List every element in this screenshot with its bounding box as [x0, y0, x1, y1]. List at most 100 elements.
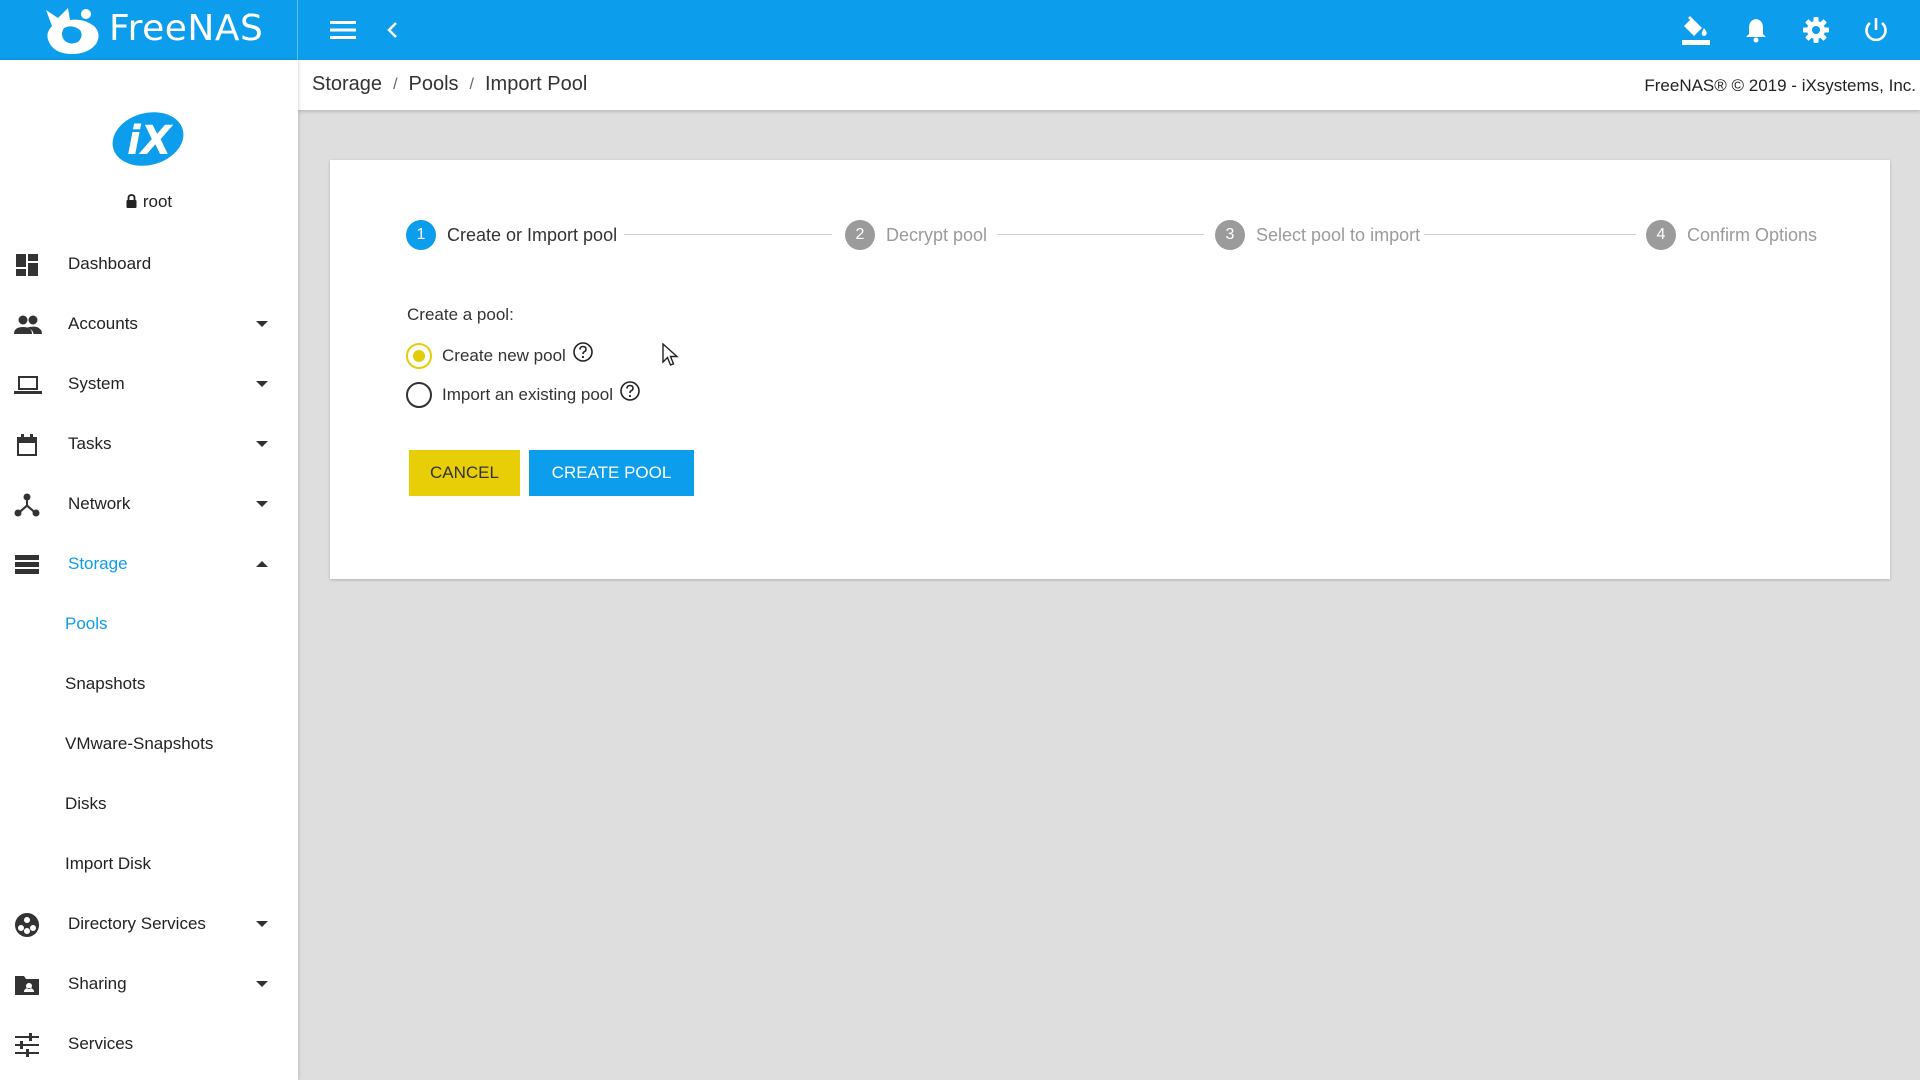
people-icon	[14, 312, 42, 338]
step-label: Confirm Options	[1687, 224, 1818, 245]
sidebar-subitem-label: Disks	[65, 794, 107, 813]
chevron-down-icon	[256, 381, 268, 387]
brand[interactable]: FreeNAS ™	[0, 0, 298, 60]
breadcrumb-pools[interactable]: Pools	[409, 73, 459, 96]
step-number: 2	[845, 220, 875, 250]
notifications-button[interactable]	[1736, 10, 1776, 50]
sidebar-subitem-label: Snapshots	[65, 674, 146, 693]
sidebar-item-label: Directory Services	[68, 914, 206, 933]
sidebar-item-services[interactable]: Services	[0, 1014, 298, 1074]
step-connector	[997, 234, 1204, 235]
collapse-sidebar-button[interactable]	[373, 10, 413, 50]
option-label: Create new pool	[442, 346, 566, 365]
wizard-stepper: 1 Create or Import pool 2 Decrypt pool 3…	[406, 220, 1817, 250]
help-icon[interactable]	[572, 341, 594, 363]
gear-icon	[1803, 17, 1829, 43]
sidebar-item-network[interactable]: Network	[0, 474, 298, 534]
wizard-step-2[interactable]: 2 Decrypt pool	[845, 220, 987, 250]
menu-toggle-button[interactable]	[323, 10, 363, 50]
chevron-down-icon	[256, 321, 268, 327]
dashboard-icon	[14, 252, 40, 278]
sidebar-subitem-pools[interactable]: Pools	[0, 594, 298, 654]
sidebar: iX root Dashboard Accounts System Tasks …	[0, 60, 298, 1080]
step-connector	[624, 234, 832, 235]
step-number: 1	[406, 220, 436, 250]
step-number: 4	[1646, 220, 1676, 250]
step-label: Create or Import pool	[447, 224, 618, 245]
sidebar-item-dashboard[interactable]: Dashboard	[0, 234, 298, 294]
sidebar-item-system[interactable]: System	[0, 354, 298, 414]
network-icon	[14, 492, 40, 518]
sidebar-subitem-label: VMware-Snapshots	[65, 734, 214, 753]
radio-import-existing-pool[interactable]	[406, 382, 432, 408]
calendar-icon	[14, 432, 40, 458]
brand-trademark: ™	[247, 12, 255, 21]
wizard-step-4[interactable]: 4 Confirm Options	[1646, 220, 1817, 250]
wizard-step-1[interactable]: 1 Create or Import pool	[406, 220, 617, 250]
option-label: Import an existing pool	[442, 385, 614, 404]
option-import-existing-pool[interactable]: Import an existing pool	[406, 380, 641, 408]
step-connector	[1424, 234, 1636, 235]
ix-logo-icon: iX	[112, 112, 184, 166]
directory-icon	[14, 912, 40, 938]
import-pool-card: 1 Create or Import pool 2 Decrypt pool 3…	[330, 160, 1890, 579]
step-number: 3	[1215, 220, 1245, 250]
sidebar-item-label: Network	[68, 494, 131, 513]
freenas-logo-icon	[46, 8, 99, 54]
breadcrumb-bar: Storage / Pools / Import Pool FreeNAS® ©…	[298, 60, 1920, 110]
sidebar-subitem-vmware-snapshots[interactable]: VMware-Snapshots	[0, 714, 298, 774]
chevron-left-icon	[387, 22, 397, 38]
mouse-cursor-icon	[662, 343, 679, 366]
sidebar-item-label: System	[68, 374, 125, 393]
radio-create-new-pool[interactable]	[406, 343, 432, 369]
chevron-down-icon	[256, 921, 268, 927]
sidebar-item-label: Sharing	[68, 974, 127, 993]
power-button[interactable]	[1856, 10, 1896, 50]
sidebar-item-storage[interactable]: Storage	[0, 534, 298, 594]
top-bar: FreeNAS ™	[0, 0, 1920, 60]
create-pool-button[interactable]: CREATE POOL	[529, 450, 694, 496]
sidebar-item-label: Services	[68, 1034, 134, 1053]
storage-icon	[14, 552, 40, 578]
sidebar-item-label: Storage	[68, 554, 128, 573]
theme-button[interactable]	[1676, 10, 1716, 50]
sidebar-subitem-disks[interactable]: Disks	[0, 774, 298, 834]
chevron-down-icon	[256, 981, 268, 987]
step-label: Decrypt pool	[886, 224, 988, 245]
folder-share-icon	[14, 972, 40, 998]
lock-icon	[126, 194, 137, 208]
svg-text:iX: iX	[127, 118, 174, 164]
sliders-icon	[14, 1032, 40, 1058]
create-pool-label: Create a pool:	[407, 305, 514, 324]
breadcrumb-storage[interactable]: Storage	[312, 73, 382, 96]
sidebar-subitem-label: Import Disk	[65, 854, 151, 873]
sidebar-item-directory-services[interactable]: Directory Services	[0, 894, 298, 954]
username: root	[142, 192, 173, 211]
option-create-new-pool[interactable]: Create new pool	[406, 341, 594, 369]
sidebar-subitem-snapshots[interactable]: Snapshots	[0, 654, 298, 714]
breadcrumb: Storage / Pools / Import Pool	[312, 73, 587, 96]
sidebar-item-label: Dashboard	[68, 254, 152, 273]
copyright-text: FreeNAS® © 2019 - iXsystems, Inc.	[1644, 76, 1916, 95]
wizard-step-3[interactable]: 3 Select pool to import	[1215, 220, 1420, 250]
chevron-down-icon	[256, 441, 268, 447]
sidebar-item-tasks[interactable]: Tasks	[0, 414, 298, 474]
paint-bucket-icon	[1682, 16, 1710, 45]
sidebar-item-sharing[interactable]: Sharing	[0, 954, 298, 1014]
sidebar-subitem-import-disk[interactable]: Import Disk	[0, 834, 298, 894]
breadcrumb-separator: /	[393, 75, 398, 93]
chevron-up-icon	[256, 561, 268, 567]
breadcrumb-current: Import Pool	[485, 73, 588, 95]
settings-button[interactable]	[1796, 10, 1836, 50]
sidebar-subitem-label: Pools	[65, 614, 108, 633]
chevron-down-icon	[256, 501, 268, 507]
laptop-icon	[14, 372, 42, 398]
cancel-button[interactable]: CANCEL	[409, 450, 520, 496]
sidebar-item-accounts[interactable]: Accounts	[0, 294, 298, 354]
sidebar-item-label: Accounts	[68, 314, 138, 333]
bell-icon	[1746, 19, 1766, 43]
menu-icon	[330, 21, 356, 39]
power-icon	[1865, 18, 1887, 42]
help-icon[interactable]	[619, 380, 641, 402]
step-label: Select pool to import	[1256, 224, 1421, 245]
